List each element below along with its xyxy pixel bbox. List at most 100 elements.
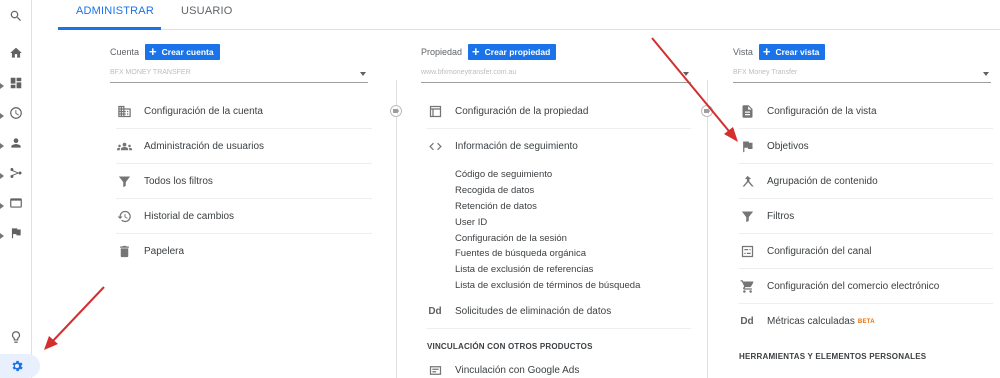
create-property-button[interactable]: + Crear propiedad [468,44,557,60]
flag-icon [739,138,755,154]
google-ads-linking-label: Vinculación con Google Ads [455,365,580,376]
group-people-icon [116,138,132,154]
admin-settings-button[interactable] [0,354,40,378]
view-filters-item[interactable]: Filtros [739,199,993,234]
calculated-metrics-item[interactable]: Dd Métricas calculadas BETA [739,304,993,339]
property-settings-label: Configuración de la propiedad [455,105,589,117]
property-selector[interactable]: www.bfxmoneytransfer.com.au [421,69,691,83]
account-label: Cuenta [110,47,140,57]
expand-caret-icon [0,80,4,89]
tab-administrar[interactable]: ADMINISTRAR [76,5,154,17]
create-view-button[interactable]: + Crear vista [758,44,826,60]
content-grouping-label: Agrupación de contenido [767,175,878,187]
user-id-link[interactable]: User ID [455,217,487,228]
goals-label: Objetivos [767,140,809,152]
active-tab-indicator [58,27,161,30]
tracking-info-item[interactable]: Información de seguimiento [427,129,691,164]
search-term-exclusion-link[interactable]: Lista de exclusión de términos de búsque… [455,280,640,291]
dd-icon: Dd [428,305,442,317]
filter-funnel-icon [739,208,755,224]
behavior-icon[interactable] [8,195,24,211]
property-label: Propiedad [421,47,463,57]
property-header: Propiedad + Crear propiedad [421,44,557,60]
column-divider [396,80,397,378]
beta-badge: BETA [857,318,875,325]
account-selector[interactable]: BFX MONEY TRANSFER [110,69,368,83]
data-deletion-item[interactable]: Dd Solicitudes de eliminación de datos [427,294,691,329]
annotation-arrow-to-admin [44,286,105,350]
organic-search-sources-link[interactable]: Fuentes de búsqueda orgánica [455,248,586,259]
account-selected-value: BFX MONEY TRANSFER [110,69,191,76]
product-linking-heading: VINCULACIÓN CON OTROS PRODUCTOS [427,342,593,351]
create-view-label: Crear vista [775,47,820,57]
audience-person-icon[interactable] [8,135,24,151]
code-brackets-icon [427,139,443,155]
ads-linking-icon [427,363,443,378]
column-divider [707,80,708,378]
goals-item[interactable]: Objetivos [739,129,993,164]
tracking-info-label: Información de seguimiento [455,141,578,152]
data-retention-link[interactable]: Retención de datos [455,201,537,212]
channel-settings-label: Configuración del canal [767,245,872,257]
acquisition-icon[interactable] [8,165,24,181]
discover-lightbulb-icon[interactable] [8,329,24,345]
view-settings-label: Configuración de la vista [767,105,877,117]
history-icon [116,208,132,224]
collapse-account-toggle[interactable] [390,105,402,117]
document-icon [739,103,755,119]
channel-sliders-icon [739,243,755,259]
filter-funnel-icon [116,173,132,189]
view-settings-item[interactable]: Configuración de la vista [739,94,993,129]
content-grouping-icon [739,173,755,189]
gear-icon [9,358,25,374]
search-icon[interactable] [8,8,24,24]
tab-usuario[interactable]: USUARIO [181,5,233,17]
account-settings-label: Configuración de la cuenta [144,105,263,117]
channel-settings-item[interactable]: Configuración del canal [739,234,993,269]
ecommerce-settings-item[interactable]: Configuración del comercio electrónico [739,269,993,304]
trash-item[interactable]: Papelera [116,234,372,269]
property-window-icon [427,103,443,119]
view-header: Vista + Crear vista [733,44,826,60]
tracking-code-link[interactable]: Código de seguimiento [455,169,552,180]
plus-icon: + [149,44,157,59]
change-history-item[interactable]: Historial de cambios [116,199,372,234]
collapse-property-toggle[interactable] [701,105,713,117]
account-settings-item[interactable]: Configuración de la cuenta [116,94,372,129]
referral-exclusion-link[interactable]: Lista de exclusión de referencias [455,264,593,275]
account-user-management-item[interactable]: Administración de usuarios [116,129,372,164]
content-grouping-item[interactable]: Agrupación de contenido [739,164,993,199]
plus-icon: + [472,44,480,59]
google-ads-linking-item[interactable]: Vinculación con Google Ads [427,353,691,378]
personal-tools-heading: HERRAMIENTAS Y ELEMENTOS PERSONALES [739,352,927,361]
expand-caret-icon [0,200,4,209]
expand-caret-icon [0,110,4,119]
data-deletion-label: Solicitudes de eliminación de datos [455,305,612,317]
create-account-button[interactable]: + Crear cuenta [145,44,220,60]
expand-caret-icon [0,230,4,239]
shopping-cart-icon [739,278,755,294]
home-icon[interactable] [8,45,24,61]
conversions-flag-icon[interactable] [8,225,24,241]
data-collection-link[interactable]: Recogida de datos [455,185,534,196]
all-filters-item[interactable]: Todos los filtros [116,164,372,199]
create-account-label: Crear cuenta [161,47,214,57]
dropdown-arrow-icon [983,72,989,76]
all-filters-label: Todos los filtros [144,175,213,187]
building-icon [116,103,132,119]
account-user-management-label: Administración de usuarios [144,140,265,152]
view-selector[interactable]: BFX Money Transfer [733,69,991,83]
account-header: Cuenta + Crear cuenta [110,44,220,60]
view-label: Vista [733,47,753,57]
property-selected-value: www.bfxmoneytransfer.com.au [421,69,517,76]
dropdown-arrow-icon [360,72,366,76]
property-settings-item[interactable]: Configuración de la propiedad [427,94,691,129]
calculated-metrics-label: Métricas calculadas [767,316,855,327]
view-filters-label: Filtros [767,210,795,222]
realtime-clock-icon[interactable] [8,105,24,121]
customization-icon[interactable] [8,75,24,91]
dd-icon: Dd [740,316,754,327]
expand-caret-icon [0,170,4,179]
session-settings-link[interactable]: Configuración de la sesión [455,233,567,244]
trash-can-icon [116,244,132,260]
